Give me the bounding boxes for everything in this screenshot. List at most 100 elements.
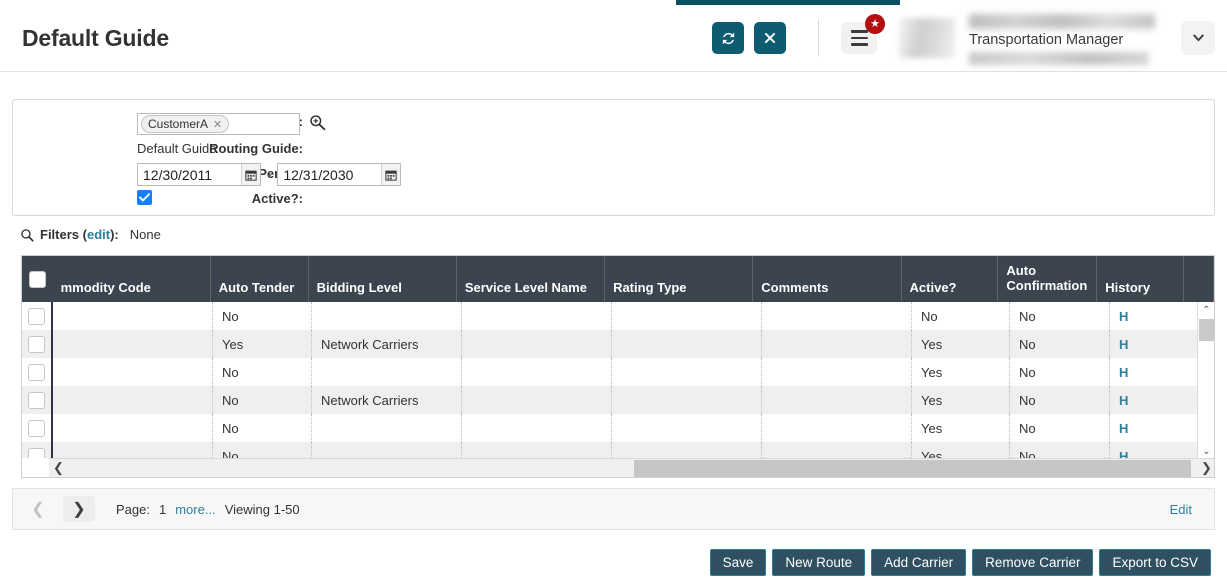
vertical-scroll-thumb[interactable] — [1199, 319, 1214, 341]
cell-history: H — [1110, 358, 1198, 386]
cell-auto-tender: No — [213, 414, 312, 442]
close-button[interactable] — [754, 22, 786, 54]
column-header-rating-type[interactable]: Rating Type — [605, 256, 753, 302]
cell-auto-tender: No — [213, 302, 312, 330]
table-row[interactable]: No No No H — [22, 302, 1214, 330]
search-icon — [20, 228, 34, 242]
grid-body: No No No H Yes Network Carriers Yes No H — [22, 302, 1214, 478]
column-header-bidding-level[interactable]: Bidding Level — [309, 256, 457, 302]
table-row[interactable]: Yes Network Carriers Yes No H — [22, 330, 1214, 358]
period-end-calendar-button[interactable] — [381, 164, 400, 185]
period-start-input[interactable]: 12/30/2011 — [137, 163, 261, 186]
save-button[interactable]: Save — [710, 549, 767, 576]
cell-bidding-level — [312, 302, 462, 330]
table-row[interactable]: No Yes No H — [22, 414, 1214, 442]
cell-comments — [762, 358, 912, 386]
cell-auto-tender: No — [213, 358, 312, 386]
cell-rating-type — [612, 302, 762, 330]
row-checkbox[interactable] — [28, 308, 45, 325]
grid-vertical-scrollbar[interactable]: ⌃ ⌄ — [1197, 302, 1214, 460]
table-row[interactable]: No Network Carriers Yes No H — [22, 386, 1214, 414]
column-header-auto-tender[interactable]: Auto Tender — [211, 256, 309, 302]
cell-service-level-name — [462, 302, 612, 330]
cell-active: Yes — [912, 330, 1010, 358]
viewing-range: Viewing 1-50 — [225, 502, 300, 517]
history-link[interactable]: H — [1119, 365, 1128, 380]
history-link[interactable]: H — [1119, 421, 1128, 436]
user-name-redacted — [969, 14, 1155, 29]
checkmark-icon — [139, 193, 150, 202]
row-checkbox[interactable] — [28, 336, 45, 353]
export-to-csv-button[interactable]: Export to CSV — [1099, 549, 1211, 576]
new-route-button[interactable]: New Route — [772, 549, 865, 576]
period-start-calendar-button[interactable] — [241, 164, 260, 185]
select-all-header — [22, 256, 53, 302]
star-badge-icon: ★ — [865, 14, 885, 34]
owning-org-token[interactable]: CustomerA ✕ — [141, 115, 229, 133]
routing-guide-grid: mmodity Code Auto Tender Bidding Level S… — [21, 255, 1215, 478]
previous-page-button[interactable]: ❮ — [22, 496, 54, 522]
history-link[interactable]: H — [1119, 393, 1128, 408]
more-pages-link[interactable]: more... — [175, 502, 215, 517]
header-divider — [818, 19, 819, 57]
period-end-input[interactable]: 12/31/2030 — [277, 163, 401, 186]
remove-carrier-button[interactable]: Remove Carrier — [972, 549, 1093, 576]
cell-auto-confirmation: No — [1010, 302, 1110, 330]
grid-horizontal-scrollbar[interactable]: ❮ ❯ — [22, 458, 1215, 477]
user-menu-dropdown-button[interactable] — [1181, 21, 1215, 55]
scroll-up-button[interactable]: ⌃ — [1198, 302, 1215, 319]
page-title: Default Guide — [22, 25, 169, 52]
scroll-right-button[interactable]: ❯ — [1197, 459, 1215, 477]
column-header-comments[interactable]: Comments — [753, 256, 901, 302]
footer-actions: Save New Route Add Carrier Remove Carrie… — [0, 547, 1227, 577]
close-icon — [763, 31, 777, 45]
hamburger-line — [851, 30, 868, 33]
active-checkbox[interactable] — [137, 190, 152, 205]
owning-org-search-button[interactable] — [309, 114, 326, 134]
chevron-down-icon — [1192, 34, 1205, 43]
pagination-bar: ❮ ❯ Page: 1 more... Viewing 1-50 Edit — [12, 488, 1215, 530]
cell-commodity-code — [53, 414, 213, 442]
next-page-button[interactable]: ❯ — [63, 496, 95, 522]
user-org-redacted — [969, 52, 1149, 65]
column-header-service-level-name[interactable]: Service Level Name — [457, 256, 605, 302]
row-checkbox[interactable] — [28, 364, 45, 381]
row-select-cell — [22, 358, 53, 386]
column-header-active[interactable]: Active? — [902, 256, 999, 302]
cell-auto-confirmation: No — [1010, 386, 1110, 414]
cell-comments — [762, 302, 912, 330]
horizontal-scroll-thumb[interactable] — [634, 460, 1191, 477]
active-control — [137, 190, 152, 205]
owning-org-input[interactable]: CustomerA ✕ — [137, 113, 300, 135]
row-checkbox[interactable] — [28, 392, 45, 409]
pagination-edit-link[interactable]: Edit — [1170, 502, 1192, 517]
cell-auto-confirmation: No — [1010, 330, 1110, 358]
scrollbar-corner — [22, 458, 49, 477]
filters-value: None — [130, 227, 161, 242]
table-row[interactable]: No Yes No H — [22, 358, 1214, 386]
calendar-icon — [245, 169, 257, 181]
filters-edit-link[interactable]: edit — [87, 227, 110, 242]
period-start-value: 12/30/2011 — [143, 167, 212, 183]
row-select-cell — [22, 386, 53, 414]
cell-active: Yes — [912, 386, 1010, 414]
column-header-auto-confirmation[interactable]: Auto Confirmation — [998, 256, 1097, 302]
close-icon[interactable]: ✕ — [213, 118, 222, 131]
column-header-history[interactable]: History — [1097, 256, 1184, 302]
column-header-spacer — [1184, 256, 1214, 302]
cell-commodity-code — [53, 302, 213, 330]
select-all-checkbox[interactable] — [29, 271, 46, 288]
period-control: 12/30/2011 - 12/31/2030 — [137, 163, 401, 186]
scroll-left-button[interactable]: ❮ — [49, 459, 68, 477]
cell-auto-tender: No — [213, 386, 312, 414]
row-checkbox[interactable] — [28, 420, 45, 437]
page-body: *Owning Org: CustomerA ✕ Routing Guide: … — [0, 72, 1227, 577]
history-link[interactable]: H — [1119, 309, 1128, 324]
hamburger-line — [851, 37, 868, 40]
add-carrier-button[interactable]: Add Carrier — [871, 549, 966, 576]
cell-history: H — [1110, 330, 1198, 358]
cell-rating-type — [612, 330, 762, 358]
column-header-commodity-code[interactable]: mmodity Code — [53, 256, 211, 302]
refresh-button[interactable] — [712, 22, 744, 54]
history-link[interactable]: H — [1119, 337, 1128, 352]
